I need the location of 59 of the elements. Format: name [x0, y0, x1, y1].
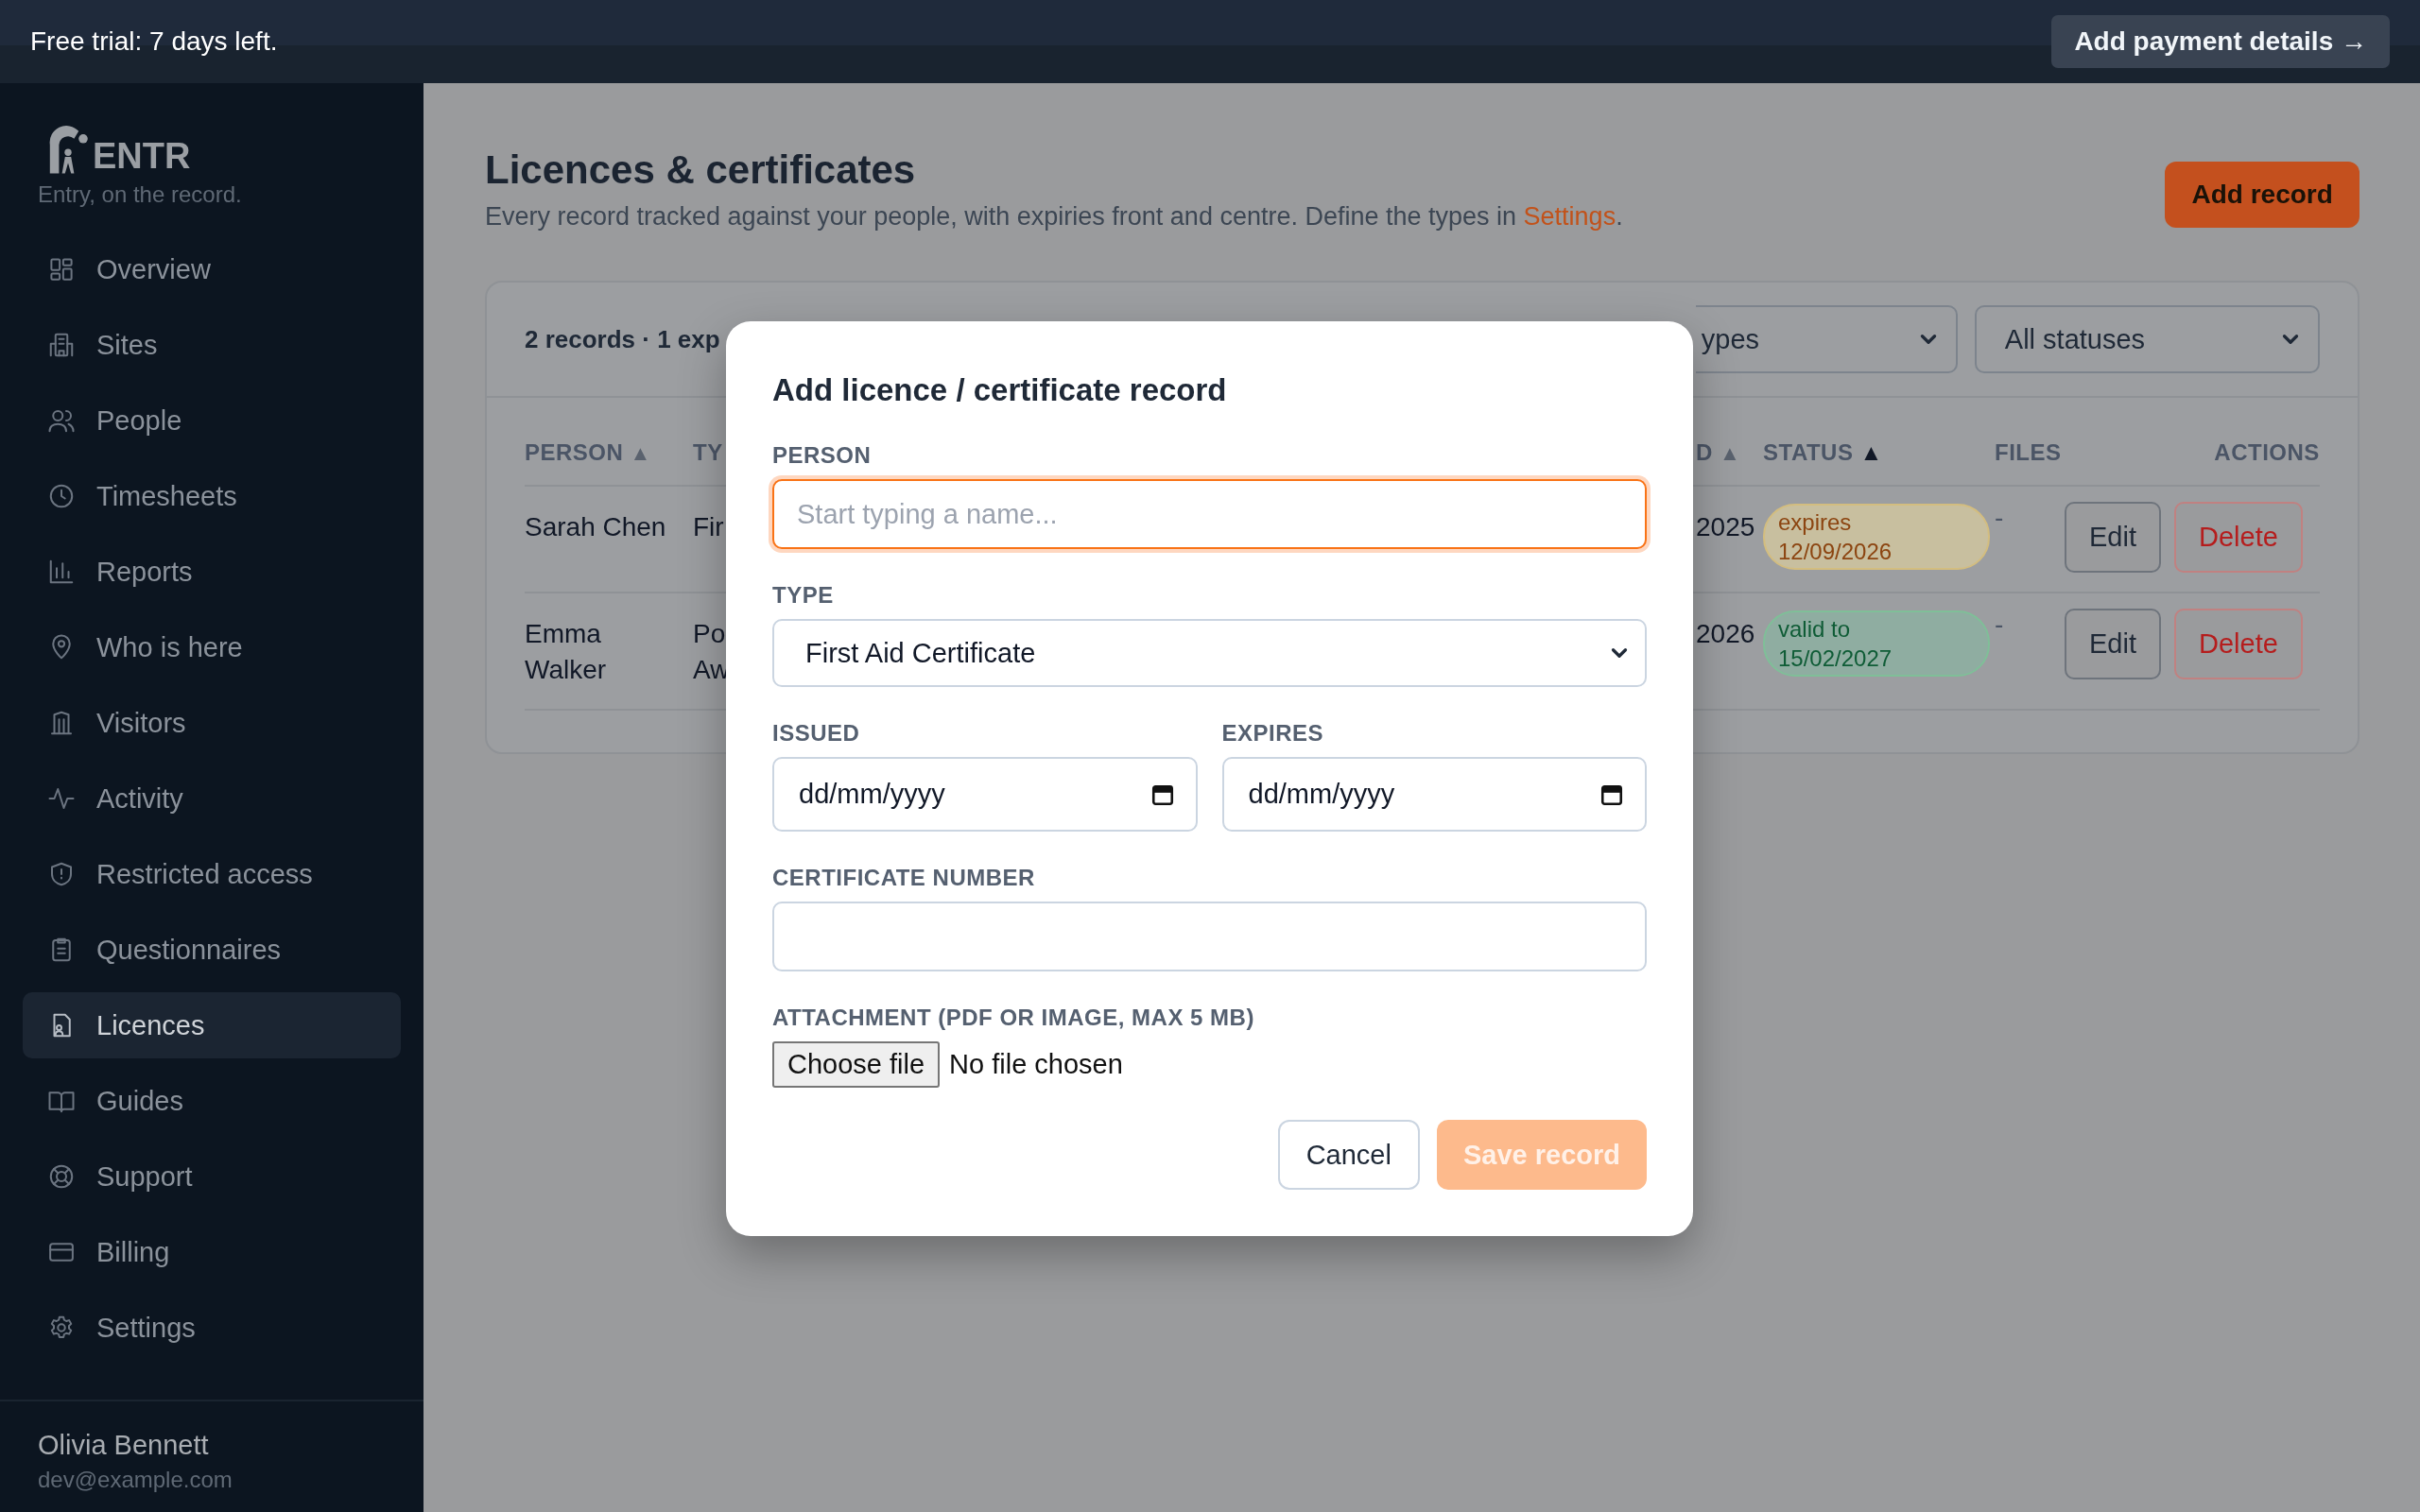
nav-item[interactable]: Questionnaires	[23, 917, 401, 983]
person-cell: Sarah Chen	[525, 487, 693, 593]
nav-item[interactable]: Settings	[23, 1295, 401, 1361]
trial-notice: Free trial: 7 days left.	[30, 26, 278, 57]
column-header: FILES	[1995, 439, 2062, 465]
text-input[interactable]: Start typing a name...	[772, 479, 1647, 549]
type-select[interactable]: First Aid Certificate	[772, 619, 1647, 687]
filter-select[interactable]: ypes	[1695, 305, 1958, 373]
add-record-button[interactable]: Add record	[2165, 162, 2360, 228]
column-header: ACTIONS	[2214, 439, 2320, 465]
nav-item[interactable]: Who is here	[23, 614, 401, 680]
modal-title: Add licence / certificate record	[772, 371, 1228, 409]
records-summary: 2 records · 1 exp	[525, 324, 720, 354]
nav-item[interactable]: Overview	[23, 236, 401, 302]
nav-item[interactable]: Support	[23, 1143, 401, 1210]
page-title: Licences & certificates	[485, 147, 917, 193]
nav-item[interactable]: Restricted access	[23, 841, 401, 907]
edit-button[interactable]: Edit	[2065, 502, 2161, 573]
cancel-button[interactable]: Cancel	[1277, 1120, 1420, 1190]
field-label: TYPE	[772, 581, 835, 610]
user-name: Olivia Bennett	[38, 1430, 210, 1461]
nav-item[interactable]: Reports	[23, 539, 401, 605]
nav-item[interactable]: Licences	[23, 992, 401, 1058]
nav-item[interactable]: People	[23, 387, 401, 454]
text-input[interactable]	[772, 902, 1647, 971]
file-status: No file chosen	[949, 1049, 1123, 1080]
field-label: CERTIFICATE NUMBER	[772, 864, 1036, 892]
nav-item[interactable]: Sites	[23, 312, 401, 378]
field-label: ISSUED	[772, 719, 861, 747]
building-icon	[47, 331, 76, 359]
date-field[interactable]: dd/mm/yyyy	[1221, 757, 1647, 832]
add-payment-button[interactable]: Add payment details →	[2051, 15, 2390, 68]
nav-item[interactable]: Guides	[23, 1068, 401, 1134]
field-label: EXPIRES	[1221, 719, 1325, 747]
nav-item[interactable]: Timesheets	[23, 463, 401, 529]
tagline: Entry, on the record.	[38, 181, 243, 208]
logo-text: ENTR	[93, 138, 191, 174]
field-label: ATTACHMENT (PDF OR IMAGE, MAX 5 MB)	[772, 1004, 1255, 1032]
clock-icon	[47, 482, 76, 510]
field-label: PERSON	[772, 441, 873, 470]
filter-select[interactable]: All statuses	[1974, 305, 2320, 373]
grid-icon	[47, 255, 76, 284]
nav-item[interactable]: Billing	[23, 1219, 401, 1285]
column-header: TY	[693, 439, 723, 465]
status-date: 12/09/2026	[1778, 538, 1893, 566]
nav-item[interactable]: Activity	[23, 765, 401, 832]
bar-chart-icon	[47, 558, 76, 586]
choose-file-button[interactable]: Choose file	[772, 1041, 941, 1088]
nav-item[interactable]: Visitors	[23, 690, 401, 756]
status-label: valid to	[1778, 615, 1852, 644]
person-cell: Emma Walker	[525, 593, 693, 711]
user-email: dev@example.com	[38, 1467, 233, 1493]
edit-button[interactable]: Edit	[2065, 609, 2161, 679]
page-subtitle: Every record tracked against your people, with expiries front and centre. Define the types in Settings.	[485, 202, 1623, 232]
lifebuoy-icon	[47, 1162, 76, 1191]
status-label: expires	[1778, 508, 1853, 537]
date-field[interactable]: dd/mm/yyyy	[772, 757, 1198, 832]
sort-arrow[interactable]: ▲	[1859, 439, 1883, 465]
status-date: 15/02/2027	[1778, 644, 1893, 673]
